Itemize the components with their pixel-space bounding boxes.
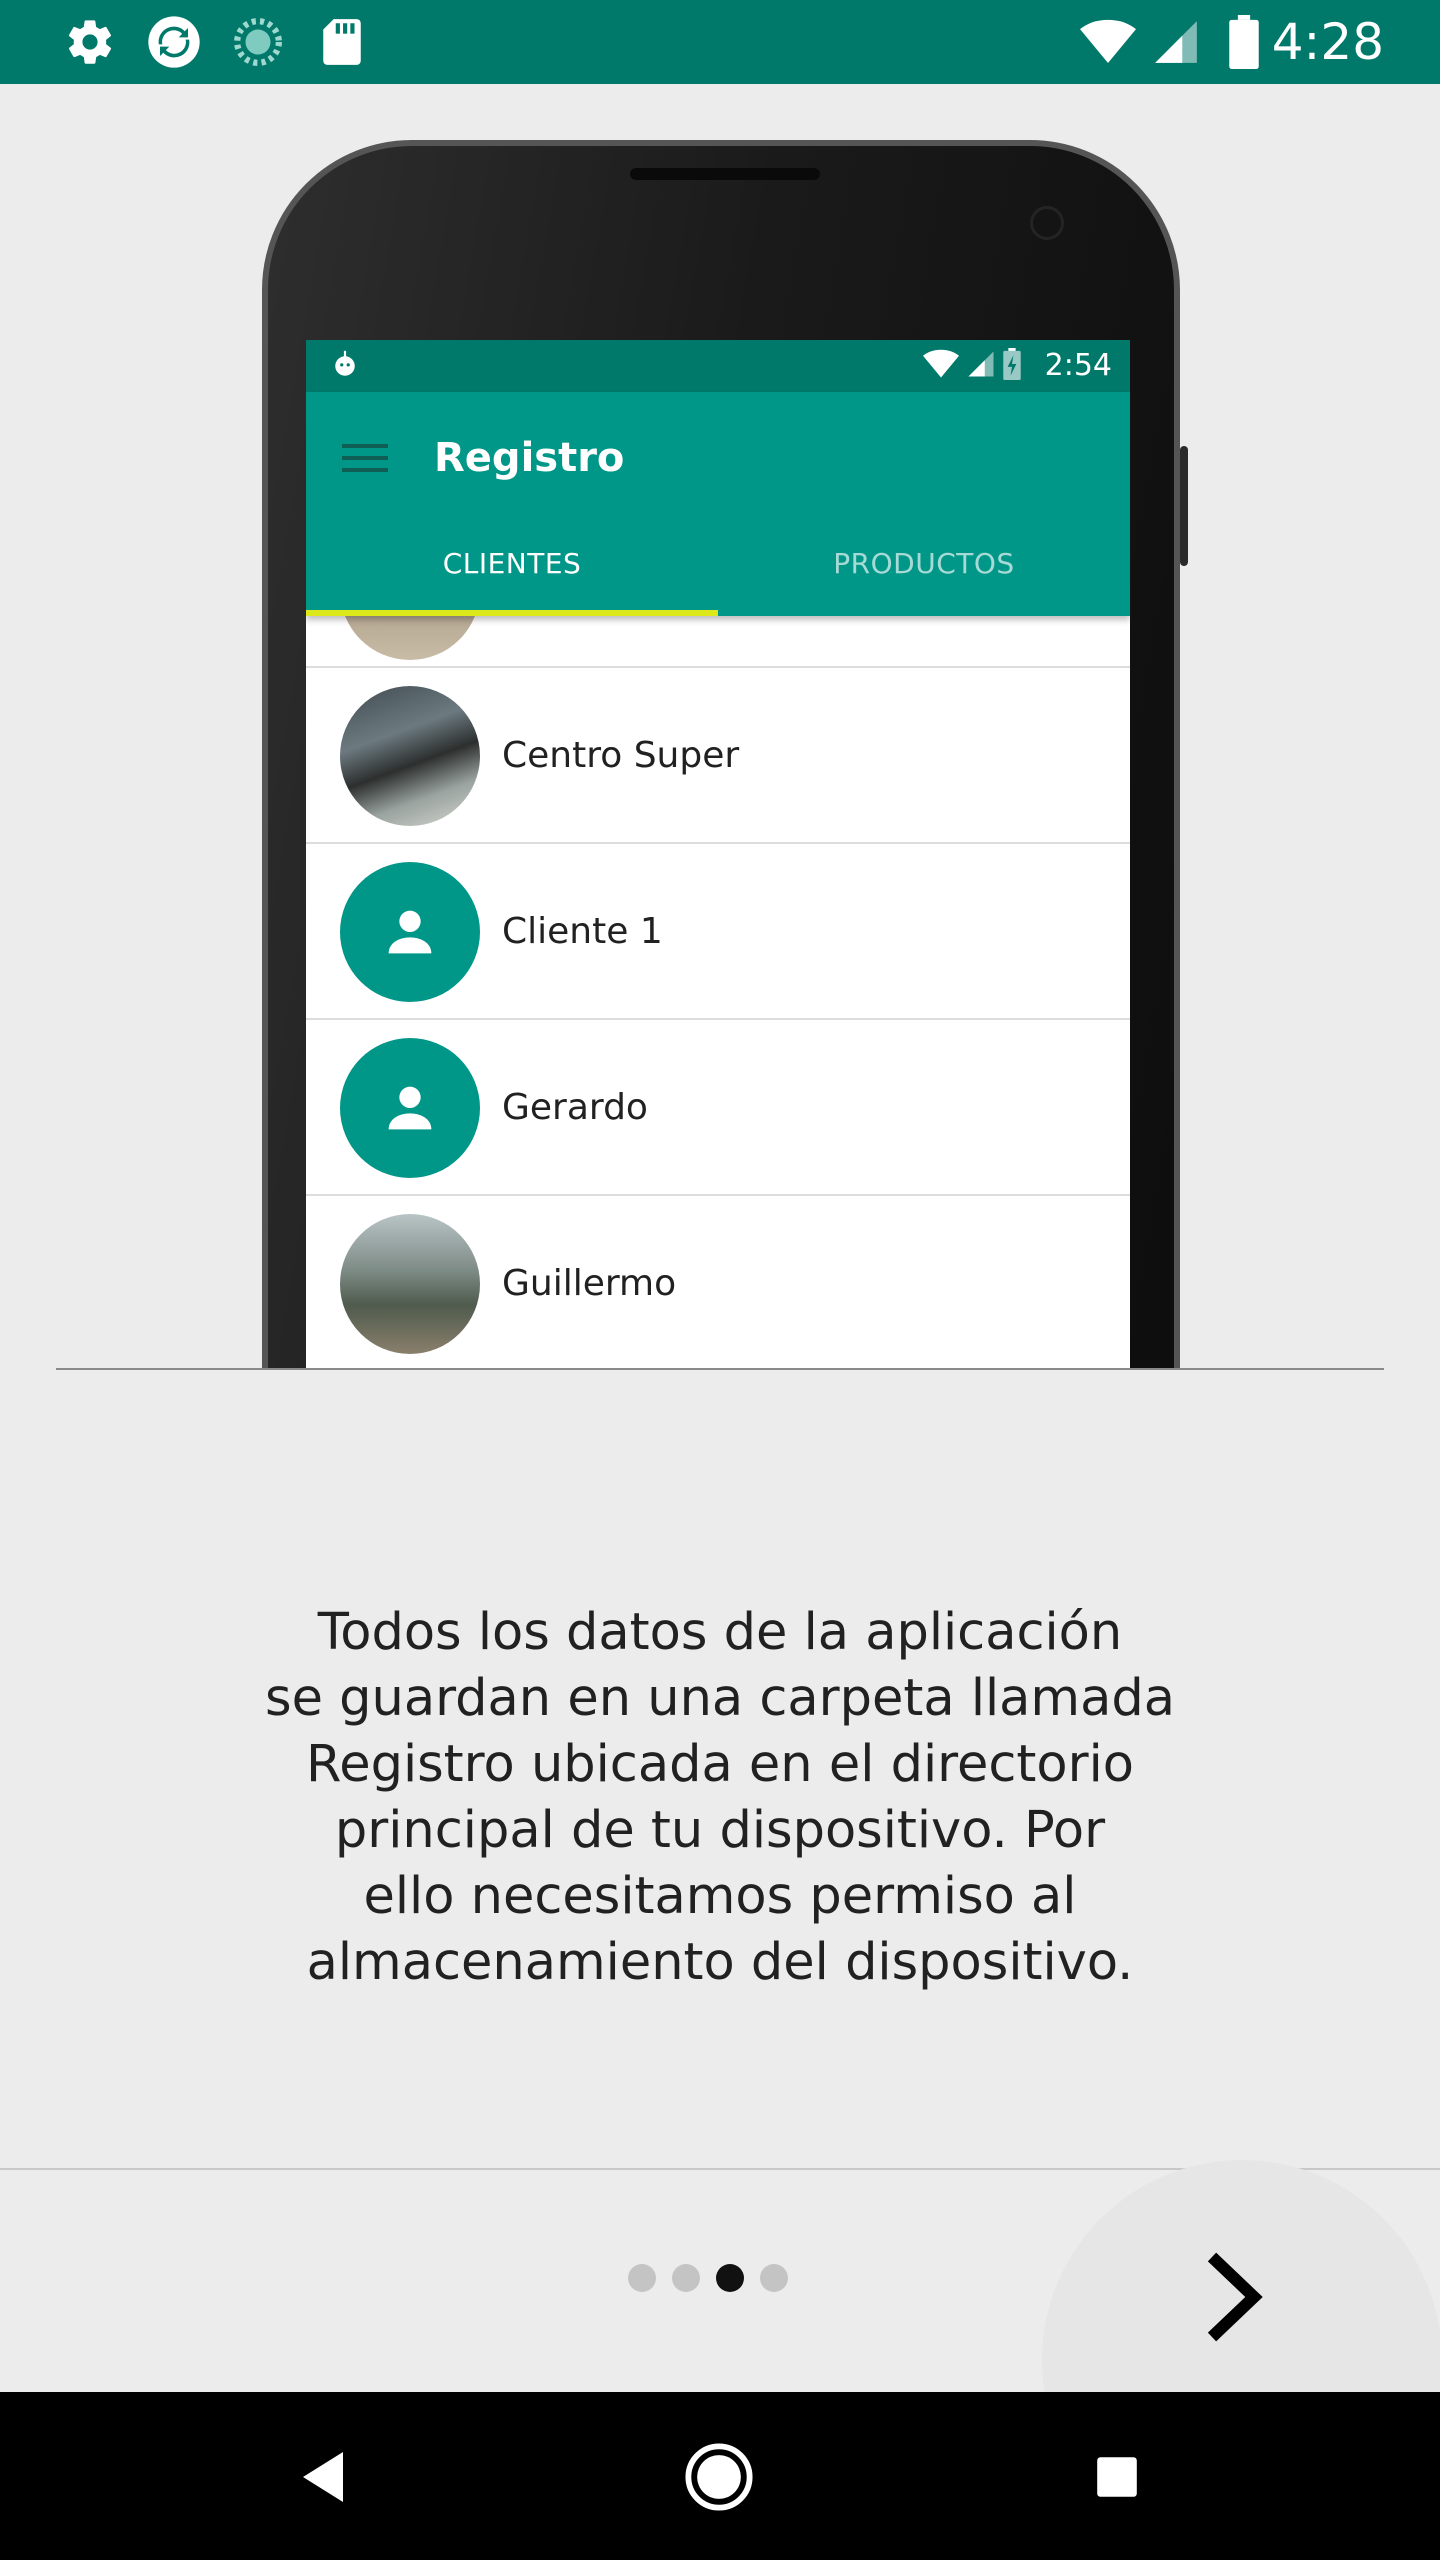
app-status-bar: 2:54: [306, 340, 1130, 392]
onboarding-illustration: 2:54 Registro CLIENTES PRODUCTOS Centro …: [0, 84, 1440, 1370]
status-time: 4:28: [1271, 13, 1384, 71]
wifi-icon: [1080, 14, 1136, 70]
person-icon: [340, 862, 480, 1002]
list-item: Guillermo: [306, 1196, 1130, 1370]
client-name: Guillermo: [502, 1263, 677, 1304]
page-dot: [672, 2264, 700, 2292]
list-item: Cliente 1: [306, 844, 1130, 1020]
illustration-divider: [56, 1368, 1384, 1370]
client-photo: [340, 1214, 480, 1354]
app-title: Registro: [434, 435, 625, 481]
android-debug-icon: [332, 350, 358, 386]
page-dot: [628, 2264, 656, 2292]
page-indicator: [628, 2264, 788, 2292]
client-list: Centro Super Cliente 1 Gerardo Guillermo: [306, 520, 1130, 1370]
gear-icon: [62, 14, 118, 70]
list-item: Centro Super: [306, 668, 1130, 844]
app-status-time: 2:54: [1044, 348, 1112, 383]
nav-bar: [0, 2392, 1440, 2560]
page-dot-active: [716, 2264, 744, 2292]
app-tabs: CLIENTES PRODUCTOS: [306, 520, 1130, 616]
status-bar: 4:28: [0, 0, 1440, 84]
app-status-icons: [922, 348, 1022, 380]
wifi-icon: [923, 349, 959, 378]
battery-icon: [1216, 14, 1272, 70]
list-item: Gerardo: [306, 1020, 1130, 1196]
sd-card-icon: [314, 14, 370, 70]
home-icon[interactable]: [674, 2432, 764, 2522]
person-icon: [340, 1038, 480, 1178]
recents-icon[interactable]: [1072, 2432, 1162, 2522]
client-name: Gerardo: [502, 1087, 648, 1128]
battery-charging-icon: [1003, 348, 1021, 380]
page-dot: [760, 2264, 788, 2292]
client-name: Cliente 1: [502, 911, 663, 952]
list-item: [306, 520, 1130, 668]
tab-productos: PRODUCTOS: [833, 547, 1015, 580]
sync-app-icon: [146, 14, 202, 70]
phone-speaker: [630, 168, 820, 180]
phone-camera: [1030, 206, 1064, 240]
phone-screen: 2:54 Registro CLIENTES PRODUCTOS Centro …: [306, 340, 1130, 1370]
loading-app-icon: [230, 14, 286, 70]
signal-icon: [1148, 14, 1204, 70]
back-icon[interactable]: [278, 2432, 368, 2522]
hamburger-menu-icon: [342, 444, 388, 480]
tab-clientes: CLIENTES: [306, 520, 718, 616]
signal-icon: [968, 351, 994, 377]
phone-side-button: [1180, 446, 1188, 566]
chevron-right-icon: [1207, 2252, 1263, 2342]
client-photo: [340, 686, 480, 826]
app-toolbar: Registro CLIENTES PRODUCTOS: [306, 392, 1130, 616]
client-name: Centro Super: [502, 735, 740, 776]
onboarding-description: Todos los datos de la aplicación se guar…: [265, 1603, 1175, 1992]
